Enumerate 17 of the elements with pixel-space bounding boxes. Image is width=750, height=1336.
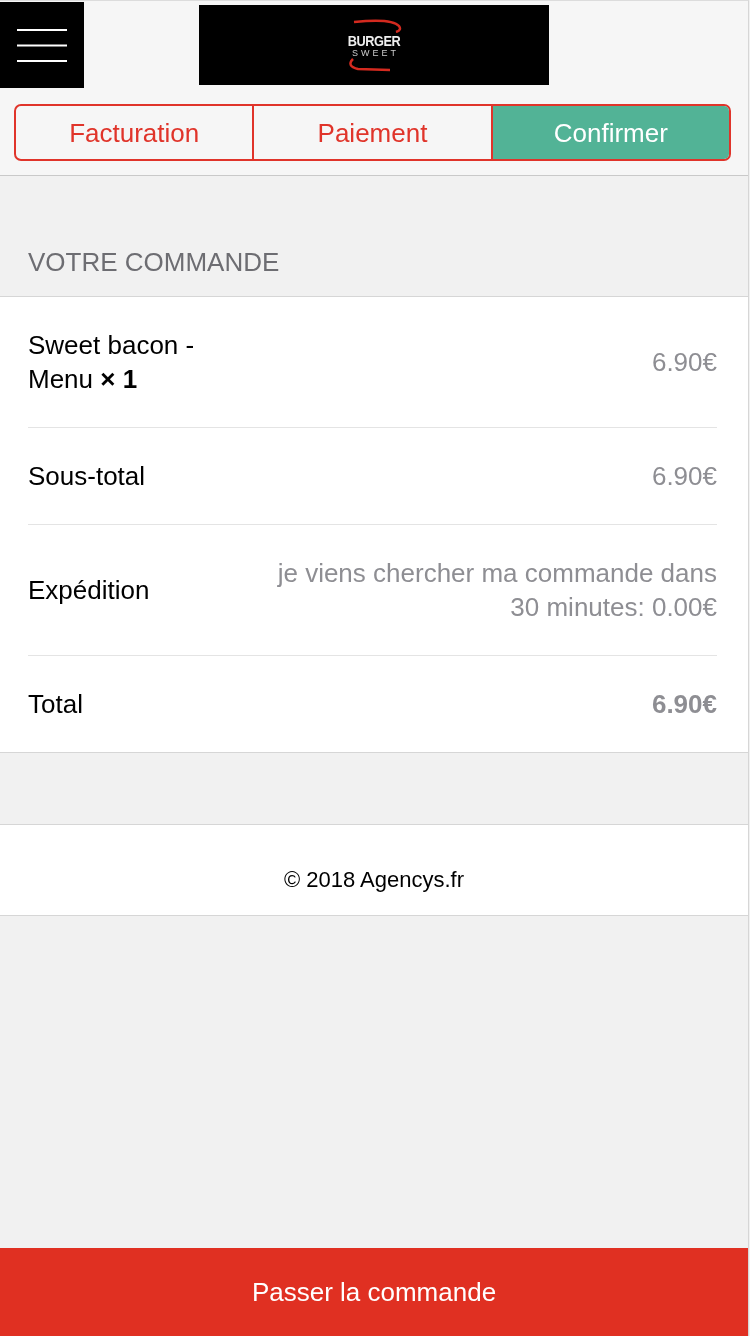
place-order-button[interactable]: Passer la commande [0,1248,748,1336]
menu-button[interactable] [0,2,84,88]
logo-subtitle: SWEET [351,47,399,58]
subtotal-label: Sous-total [28,460,146,493]
menu-icon [17,28,67,62]
total-value: 6.90€ [651,688,717,721]
shipping-label: Expédition [28,574,150,607]
subtotal-value: 6.90€ [651,460,717,493]
copyright-text: © 2018 Agencys.fr [283,866,465,894]
shipping-value: je viens chercher ma commande dans 30 minutes: 0.00€ [276,557,717,624]
step-tab[interactable]: Confirmer [490,106,729,159]
product-price: 6.90€ [651,346,717,379]
step-tab[interactable]: Facturation [16,106,253,159]
logo-title: BURGER [347,32,401,48]
total-label: Total [28,688,83,721]
product-name: Sweet bacon - Menu × 1 [28,329,196,396]
section-heading: VOTRE COMMANDE [27,246,281,279]
